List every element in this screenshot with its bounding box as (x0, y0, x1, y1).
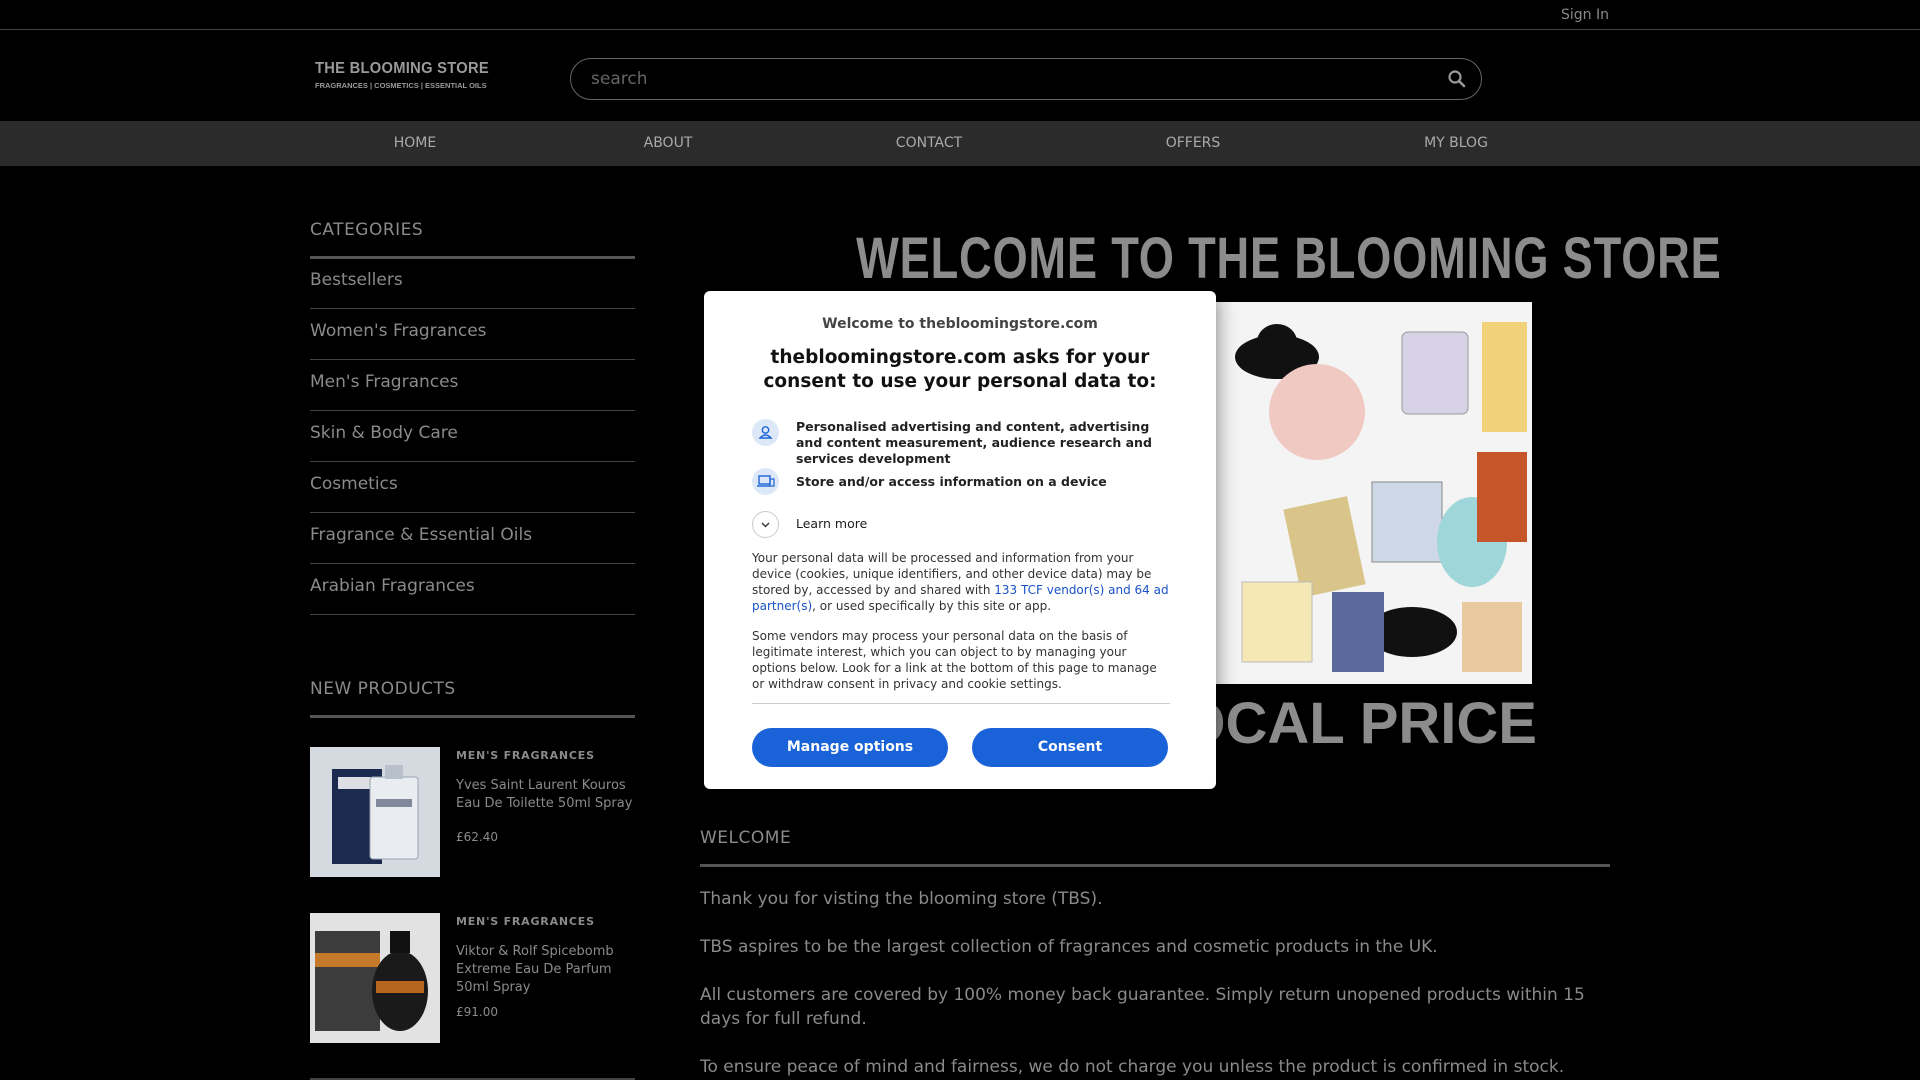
chevron-down-icon[interactable] (752, 511, 779, 538)
consent-body: Your personal data will be processed and… (752, 550, 1170, 614)
devices-icon (752, 468, 779, 495)
purpose-text: Personalised advertising and content, ad… (796, 419, 1152, 466)
person-icon (752, 419, 779, 446)
consent-body-text-end: , or used specifically by this site or a… (812, 599, 1052, 613)
consent-overlay: Welcome to thebloomingstore.com thebloom… (0, 0, 1920, 1080)
consent-title: thebloomingstore.com asks for your conse… (763, 347, 1157, 392)
manage-options-button[interactable]: Manage options (752, 728, 948, 767)
consent-welcome: Welcome to thebloomingstore.com (822, 316, 1098, 332)
consent-button[interactable]: Consent (972, 728, 1168, 767)
purpose-text: Store and/or access information on a dev… (796, 474, 1107, 489)
consent-dialog: Welcome to thebloomingstore.com thebloom… (704, 291, 1216, 789)
learn-more-label[interactable]: Learn more (796, 516, 867, 532)
legitimate-interest-text: Some vendors may process your personal d… (752, 629, 1157, 691)
consent-divider (752, 703, 1170, 704)
